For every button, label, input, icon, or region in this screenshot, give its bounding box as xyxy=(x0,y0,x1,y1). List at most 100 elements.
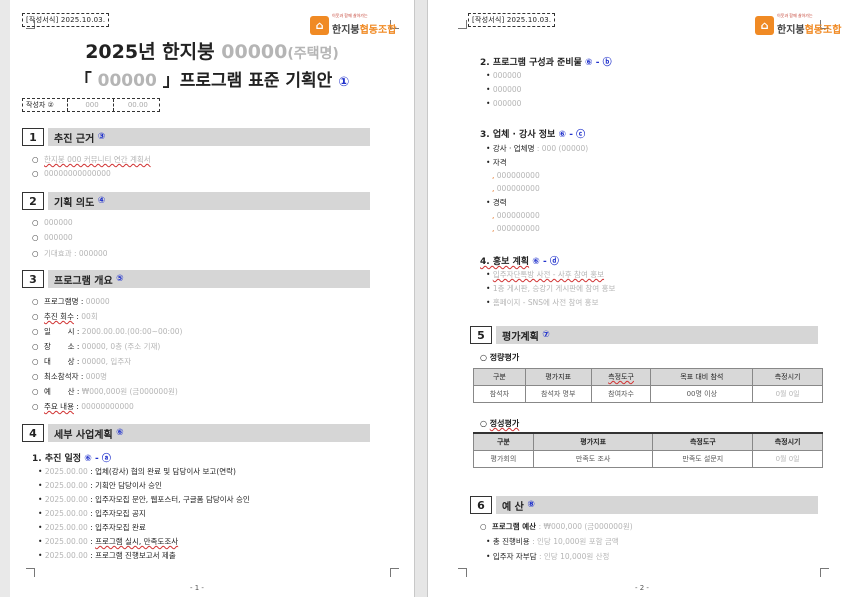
overview-row: ○ 최소참석자 : 000명 xyxy=(32,372,108,381)
table-cell: 참석자 명부 xyxy=(524,385,592,403)
item-text: 00000000000000 xyxy=(44,169,111,178)
section-marker: ⑥ xyxy=(116,428,124,438)
item-text: 000000000 xyxy=(496,211,540,220)
quantitative-table: 구분 평가지표 측정도구 목표 대비 참석 측정시기 참석자 참석자 명부 참여… xyxy=(473,368,823,403)
schedule-date: 2025.00.00 xyxy=(44,467,88,476)
quantitative-heading: ○ 정량평가 xyxy=(480,353,520,362)
qualitative-table: 구분 평가지표 측정도구 측정시기 평가회의 만족도 조사 만족도 설문지 0월… xyxy=(473,432,823,468)
overview-label: 일 시 xyxy=(44,327,75,336)
overview-row: ○ 장 소 : 00000, 0층 (주소 기재) xyxy=(32,342,161,351)
overview-value: ₩000,000원 (금000000원) xyxy=(81,387,178,396)
page-1: [작성서식] 2025.10.03. ⌂ 이웃과 함께 살아가는 한지붕협동조합… xyxy=(10,0,414,597)
item-text: 000000 xyxy=(492,71,522,80)
table-header: 측정도구 xyxy=(590,368,652,386)
schedule-date: 2025.00.00 xyxy=(44,537,88,546)
table-row: 평가회의 만족도 조사 만족도 설문지 0월 0일 xyxy=(473,449,823,468)
overview-row: ○ 프로그램명 : 00000 xyxy=(32,297,110,306)
section-title: 추진 근거 xyxy=(54,133,95,145)
list-item: ○ 기대효과 : 000000 xyxy=(32,249,108,258)
schedule-row: • 2025.00.00 : 기획안 담당이사 승인 xyxy=(38,481,162,490)
schedule-date: 2025.00.00 xyxy=(44,509,88,518)
budget-self-label: 입주자 자부담 xyxy=(492,552,537,561)
logo-subtitle: 이웃과 함께 살아가는 xyxy=(777,13,813,18)
schedule-row: • 2025.00.00 : 입주자모집 공지 xyxy=(38,509,146,518)
qualitative-heading: ○ 정성평가 xyxy=(480,419,520,428)
overview-value: 00회 xyxy=(81,312,98,321)
table-header: 구분 xyxy=(473,432,534,451)
section-title: 프로그램 개요 xyxy=(54,275,113,287)
section-marker: ④ xyxy=(97,196,106,206)
schedule-date: 2025.00.00 xyxy=(44,481,88,490)
schedule-row: • 2025.00.00 : 프로그램 실시, 만족도조사 xyxy=(38,537,179,546)
section-2-heading: 2 기획 의도 ④ xyxy=(22,192,370,210)
list-item: ○ 000000 xyxy=(32,233,73,242)
logo: ⌂ 이웃과 함께 살아가는 한지붕협동조합 xyxy=(310,14,396,36)
budget-label: 프로그램 예산 xyxy=(492,522,537,531)
table-header: 측정시기 xyxy=(752,368,823,386)
crop-mark xyxy=(458,568,467,577)
plan-title: 1. 추진 일정 xyxy=(32,454,82,464)
title-code: 00000 xyxy=(221,41,288,63)
overview-value: 00000000000 xyxy=(81,402,134,411)
experience-label: • 경력 xyxy=(486,198,507,207)
table-cell: 평가회의 xyxy=(473,449,534,468)
section-1-heading: 1 추진 근거 ③ xyxy=(22,128,370,146)
item-text: 000000 xyxy=(492,99,522,108)
qualification-title: 자격 xyxy=(492,158,507,167)
logo-subtitle: 이웃과 함께 살아가는 xyxy=(332,13,368,18)
budget-row: ○ 프로그램 예산 : ₩000,000 (금000000원) xyxy=(480,522,633,531)
page-subtitle: 「 00000 」프로그램 표준 기획안 ① xyxy=(10,66,414,91)
table-header: 구분 xyxy=(473,368,526,386)
overview-value: 2000.00.00.(00:00~00:00) xyxy=(81,327,183,336)
list-item: ○ 00000000000000 xyxy=(32,169,111,178)
section-3-heading: 3 프로그램 개요 ⑤ xyxy=(22,270,370,288)
table-cell: 만족도 설문지 xyxy=(652,449,754,468)
vendor-value: : 000 (00000) xyxy=(536,144,589,153)
section-title: 기획 의도 xyxy=(54,197,95,209)
promotion-title: 4. 홍보 계획 xyxy=(480,257,530,267)
schedule-text: 입주자모집 문안, 웹포스터, 구글폼 담당이사 승인 xyxy=(95,495,250,504)
crop-mark xyxy=(458,20,467,29)
schedule-text: 프로그램 진행보고서 제출 xyxy=(95,551,176,560)
vendor-name-row: • 강사 · 업체명 : 000 (00000) xyxy=(486,144,589,153)
title-year: 2025년 한지붕 xyxy=(85,41,215,63)
subtitle-code: 00000 xyxy=(97,71,157,91)
plan-marker: ⑥ - ⓐ xyxy=(84,454,111,464)
logo-accent: 협동조합 xyxy=(804,25,842,36)
composition-title: 2. 프로그램 구성과 준비물 xyxy=(480,58,582,68)
list-item: ○ 한지붕 000 커뮤니티 연간 계획서 xyxy=(32,155,151,164)
section-number: 5 xyxy=(470,326,492,344)
list-item: • 입주자단톡방 사전 - 사후 참여 홍보 xyxy=(486,270,605,279)
section-marker: ⑧ xyxy=(527,500,535,510)
form-tag: [작성서식] 2025.10.03. xyxy=(22,13,110,27)
overview-label: 대 상 xyxy=(44,357,75,366)
schedule-text: 기획안 담당이사 승인 xyxy=(95,481,162,490)
schedule-row: • 2025.00.00 : 업체(강사) 협의 완료 및 담당이사 보고(연락… xyxy=(38,467,236,476)
table-cell: 참석자 xyxy=(473,385,526,403)
author-box: 작성자 ② 000 00.00 xyxy=(22,98,160,112)
page-number: - 1 - xyxy=(190,584,204,592)
budget-self-value: : 인당 10,000원 산정 xyxy=(539,552,610,561)
overview-value: 00000, 입주자 xyxy=(81,357,132,366)
schedule-text: 입주자모집 공지 xyxy=(95,509,146,518)
crop-mark xyxy=(390,568,399,577)
item-text: 홈페이지 - SNS에 사전 참여 홍보 xyxy=(492,298,599,307)
budget-total-label: 총 진행비용 xyxy=(492,537,530,546)
section-6-heading: 6 예 산 ⑧ xyxy=(470,496,818,514)
table-cell: 만족도 조사 xyxy=(532,449,654,468)
experience-title: 경력 xyxy=(492,198,507,207)
table-header: 측정도구 xyxy=(652,432,754,451)
author-name: 000 xyxy=(68,99,114,111)
schedule-row: • 2025.00.00 : 프로그램 진행보고서 제출 xyxy=(38,551,176,560)
list-item: , 000000000 xyxy=(492,171,540,180)
schedule-date: 2025.00.00 xyxy=(44,551,88,560)
schedule-text: 업체(강사) 협의 완료 및 담당이사 보고(연락) xyxy=(95,467,236,476)
list-item: ○ 000000 xyxy=(32,218,73,227)
subtitle-text: 」프로그램 표준 기획안 xyxy=(162,71,333,91)
table-cell: 00명 이상 xyxy=(650,385,754,403)
logo-accent: 협동조합 xyxy=(359,25,397,36)
overview-row: ○ 예 산 : ₩000,000원 (금000000원) xyxy=(32,387,178,396)
vendor-title: 3. 업체 · 강사 정보 xyxy=(480,130,556,140)
composition-heading: 2. 프로그램 구성과 준비물 ⑥ - ⓑ xyxy=(480,55,612,68)
overview-value: 00000, 0층 (주소 기재) xyxy=(81,342,161,351)
